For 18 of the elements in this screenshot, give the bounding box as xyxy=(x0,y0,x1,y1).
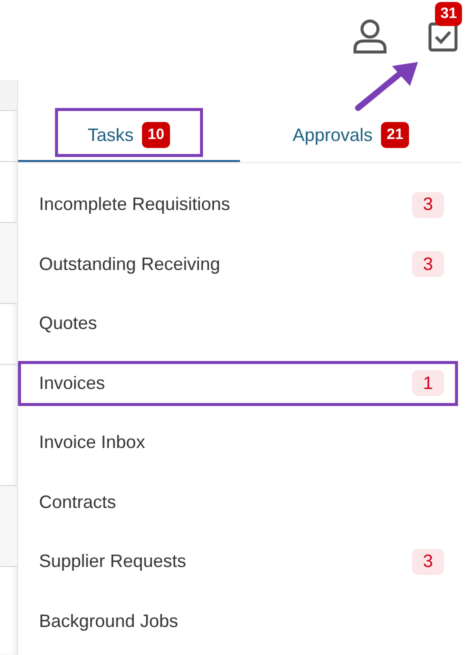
count-badge: 3 xyxy=(412,192,444,218)
task-item[interactable]: Quotes xyxy=(18,294,462,354)
count-badge: 10 xyxy=(142,122,170,148)
task-item[interactable]: Supplier Requests 3 xyxy=(18,532,462,592)
task-item[interactable]: Outstanding Receiving 3 xyxy=(18,234,462,294)
task-item[interactable]: Incomplete Requisitions 3 xyxy=(18,175,462,234)
task-checkbox-icon[interactable] xyxy=(428,22,458,52)
count-badge: 3 xyxy=(412,548,444,575)
task-item[interactable]: Invoice Inbox xyxy=(18,413,462,472)
count-badge: 1 xyxy=(412,370,444,396)
tab[interactable]: Tasks 10 xyxy=(18,80,240,162)
count-badge: 3 xyxy=(412,251,444,278)
task-item[interactable]: Background Jobs xyxy=(18,592,462,651)
notification-badge: 31 xyxy=(435,2,462,26)
tab[interactable]: Approvals 21 xyxy=(240,80,462,162)
task-item[interactable]: Invoices 1 xyxy=(18,354,462,413)
task-item[interactable]: Contracts xyxy=(18,472,462,532)
count-badge: 21 xyxy=(380,122,410,148)
